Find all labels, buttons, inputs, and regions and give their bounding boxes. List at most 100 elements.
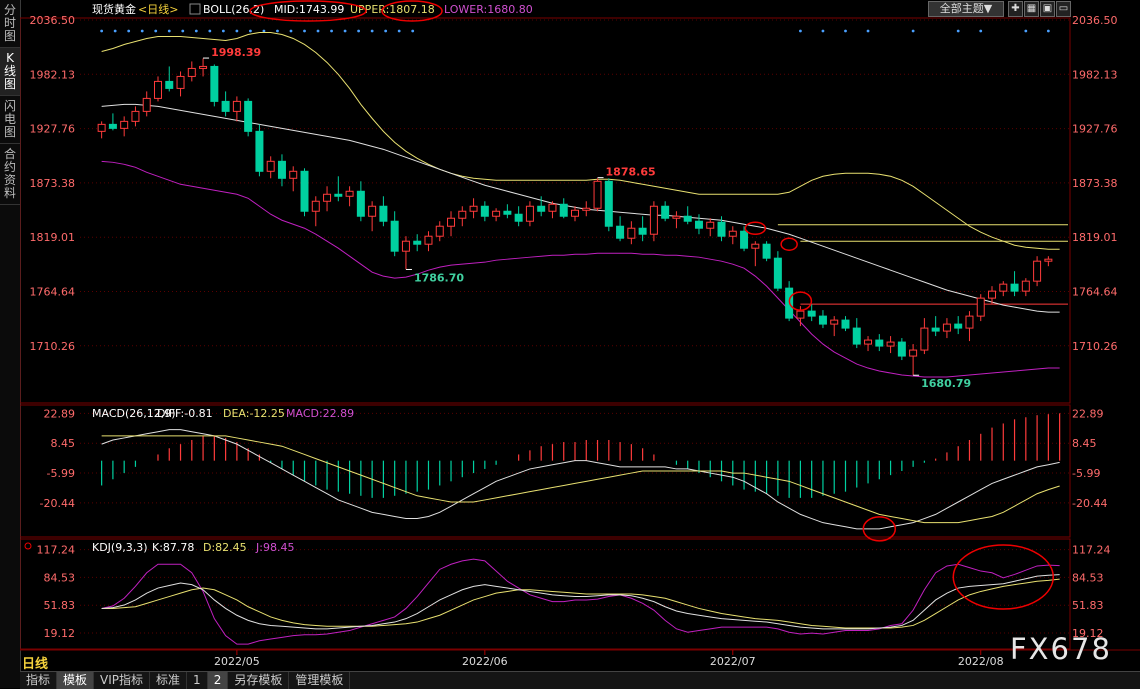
header-period: <日线> (138, 2, 178, 16)
kdj-ytick-right-0: 117.24 (1072, 544, 1111, 557)
signal-dot (113, 29, 117, 33)
candle-body (616, 225, 625, 239)
candle-body (514, 213, 523, 222)
signal-dot (154, 29, 158, 33)
kdj-d-line (101, 578, 1060, 629)
candle-body (424, 235, 433, 245)
candle-body (108, 123, 117, 129)
candle-body (988, 290, 997, 299)
candle-body (886, 341, 895, 347)
candle-body (571, 209, 579, 217)
candle-body (864, 339, 873, 345)
signal-dot (397, 29, 401, 33)
signal-dot (276, 29, 279, 33)
signal-dot (249, 29, 252, 33)
candle-body (931, 327, 940, 332)
left-tab-2[interactable]: 闪电图 (0, 96, 20, 144)
candle-body (818, 315, 827, 325)
bottom-tab-3[interactable]: 标准 (150, 672, 188, 689)
candle-body (773, 257, 782, 289)
signal-dot (235, 29, 239, 33)
candle-body (683, 215, 692, 222)
candle-body (311, 200, 320, 212)
kdj-header-label: KDJ(9,3,3) (92, 541, 148, 554)
bottom-tab-4[interactable]: 1 (187, 672, 208, 689)
main-ytick-left-3: 1873.38 (30, 177, 76, 190)
bottom-tab-6[interactable]: 另存模板 (228, 672, 290, 689)
panel-icon[interactable]: ▣ (1040, 1, 1055, 17)
signal-dot (303, 29, 306, 33)
candle-body (559, 203, 568, 217)
grid-icon[interactable]: ▦ (1024, 1, 1039, 17)
candle-body (717, 221, 726, 237)
bottom-tab-5[interactable]: 2 (207, 672, 229, 689)
candle-body (97, 123, 106, 132)
main-ytick-left-1: 1982.13 (30, 68, 76, 81)
left-tab-3[interactable]: 合约资料 (0, 144, 20, 205)
kdj-ytick-right-1: 84.53 (1072, 571, 1104, 584)
panel-border-1 (20, 404, 1071, 538)
macd-diff-line (101, 429, 1060, 530)
candle-body (1021, 280, 1030, 292)
signal-dot (194, 29, 198, 33)
bottom-tab-2[interactable]: VIP指标 (94, 672, 151, 689)
signal-dot (289, 29, 293, 33)
macd-ytick-right-0: 22.89 (1072, 407, 1104, 420)
kdj-header-j: J:98.45 (255, 541, 294, 554)
candle-body (1010, 283, 1019, 292)
left-tab-0[interactable]: 分时图 (0, 0, 20, 48)
left-tab-1[interactable]: K线图 (0, 48, 20, 96)
candle-body (232, 100, 241, 112)
bottom-tab-0[interactable]: 指标 (20, 672, 58, 689)
candle-body (965, 315, 974, 329)
candle-body (323, 193, 332, 202)
main-ytick-left-0: 2036.50 (30, 14, 76, 27)
candle-body (525, 205, 534, 222)
macd-ytick-left-1: 8.45 (51, 437, 76, 450)
bottom-tab-7[interactable]: 管理模板 (289, 672, 351, 689)
kdj-settings-icon (24, 542, 32, 550)
candle-body (345, 190, 354, 197)
signal-dot (384, 29, 388, 33)
candle-body (244, 100, 253, 132)
signal-dot (956, 29, 960, 33)
highlight-ellipse-main-1 (780, 237, 798, 251)
boll-mid-line (101, 103, 1060, 313)
candle-body (120, 120, 129, 129)
candle-body (469, 205, 478, 212)
candle-body (142, 97, 151, 112)
signal-dot (1046, 29, 1050, 33)
boll-lower-line (101, 160, 1060, 378)
candle-body (649, 205, 658, 235)
main-ytick-right-6: 1710.26 (1072, 340, 1118, 353)
candle-body (852, 327, 861, 345)
signal-dot (316, 29, 320, 33)
kdj-ytick-left-3: 19.12 (44, 627, 76, 640)
theme-selector-button[interactable]: 全部主题▼ (928, 1, 1004, 17)
candle-body (401, 240, 410, 252)
window-icon[interactable]: ▭ (1056, 1, 1071, 17)
candle-body (537, 205, 546, 212)
period-label[interactable]: 日线 (22, 653, 48, 672)
xtick-label-2: 2022/07 (710, 655, 756, 668)
annotation-1: 1878.65 (606, 166, 656, 179)
bottom-tab-1[interactable]: 模板 (57, 672, 95, 689)
xtick-label-1: 2022/06 (462, 655, 508, 668)
candle-body (277, 160, 286, 179)
candle-body (830, 319, 839, 325)
signal-dot (140, 29, 144, 33)
candle-body (210, 65, 219, 102)
candle-body (300, 170, 309, 212)
left-tab-bar: 分时图K线图闪电图合约资料 (0, 0, 21, 688)
signal-dot (844, 29, 847, 33)
kdj-header-d: D:82.45 (203, 541, 247, 554)
chart-canvas[interactable]: 2036.50 2036.50 1982.13 1982.13 1927.76 1927.… (20, 0, 1140, 671)
candle-body (221, 100, 230, 112)
signal-dot (181, 29, 185, 33)
signal-dot (411, 29, 415, 33)
candle-body (807, 310, 816, 317)
candle-body (920, 327, 929, 351)
kdj-ytick-left-1: 84.53 (44, 571, 76, 584)
candle-body (593, 180, 602, 209)
crosshair-icon[interactable]: ✚ (1008, 1, 1023, 17)
